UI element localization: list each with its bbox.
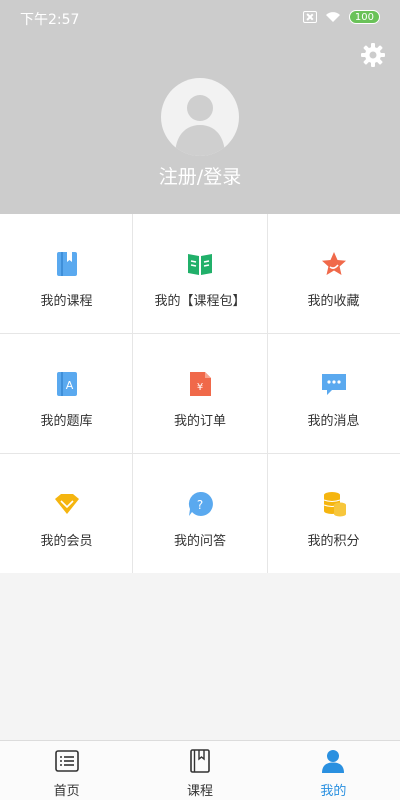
status-bar: 下午2:57 100 — [0, 0, 400, 36]
menu-label: 我的问答 — [173, 534, 226, 549]
bottom-tab-bar: 首页 课程 我的 — [0, 740, 400, 800]
tab-label: 首页 — [53, 784, 80, 799]
question-bank-icon: A — [56, 372, 77, 396]
wifi-icon — [325, 12, 340, 22]
message-icon — [321, 374, 346, 395]
tab-mine[interactable]: 我的 — [267, 741, 400, 800]
default-user-icon — [175, 95, 225, 156]
menu-my-favorites[interactable]: 我的收藏 — [267, 214, 400, 333]
tab-label: 我的 — [320, 784, 347, 799]
no-sim-icon — [302, 11, 317, 23]
menu-my-orders[interactable]: ¥ 我的订单 — [133, 334, 267, 453]
status-time: 下午2:57 — [20, 12, 80, 28]
avatar[interactable] — [161, 78, 239, 156]
diamond-icon — [54, 494, 79, 514]
menu-label: 我的消息 — [307, 414, 360, 429]
tab-courses[interactable]: 课程 — [133, 741, 266, 800]
menu-label: 我的会员 — [40, 534, 93, 549]
book-icon — [56, 252, 77, 276]
svg-text:?: ? — [197, 498, 203, 512]
status-icons: 100 — [302, 10, 380, 24]
svg-text:¥: ¥ — [197, 382, 203, 393]
battery-icon: 100 — [348, 10, 380, 24]
profile-header: 注册/登录 — [0, 36, 400, 214]
coins-icon — [323, 492, 346, 517]
svg-text:A: A — [65, 379, 73, 392]
menu-my-course-package[interactable]: 我的【课程包】 — [133, 214, 267, 333]
tab-label: 课程 — [186, 784, 213, 799]
menu-grid: 我的课程 我的【课程包】 我的收藏 A 我的题库 ¥ 我的订单 我的消息 我的会… — [0, 214, 400, 573]
qa-icon: ? — [188, 491, 213, 516]
menu-my-courses[interactable]: 我的课程 — [0, 214, 133, 333]
home-list-icon — [54, 750, 79, 772]
menu-my-qa[interactable]: ? 我的问答 — [133, 454, 267, 573]
open-book-icon — [188, 254, 212, 275]
star-icon — [321, 252, 346, 275]
menu-label: 我的收藏 — [307, 294, 360, 309]
order-icon: ¥ — [190, 372, 211, 396]
tab-home[interactable]: 首页 — [0, 741, 133, 800]
menu-my-question-bank[interactable]: A 我的题库 — [0, 334, 133, 453]
person-icon — [322, 750, 345, 773]
menu-my-points[interactable]: 我的积分 — [267, 454, 400, 573]
login-register-link[interactable]: 注册/登录 — [0, 162, 400, 189]
menu-label: 我的积分 — [307, 534, 360, 549]
menu-label: 我的课程 — [40, 294, 93, 309]
settings-gear-icon[interactable] — [360, 42, 386, 68]
menu-label: 我的题库 — [40, 414, 93, 429]
menu-label: 我的订单 — [173, 414, 226, 429]
menu-label: 我的【课程包】 — [154, 294, 246, 309]
menu-my-messages[interactable]: 我的消息 — [267, 334, 400, 453]
course-book-icon — [190, 749, 210, 773]
menu-my-membership[interactable]: 我的会员 — [0, 454, 133, 573]
